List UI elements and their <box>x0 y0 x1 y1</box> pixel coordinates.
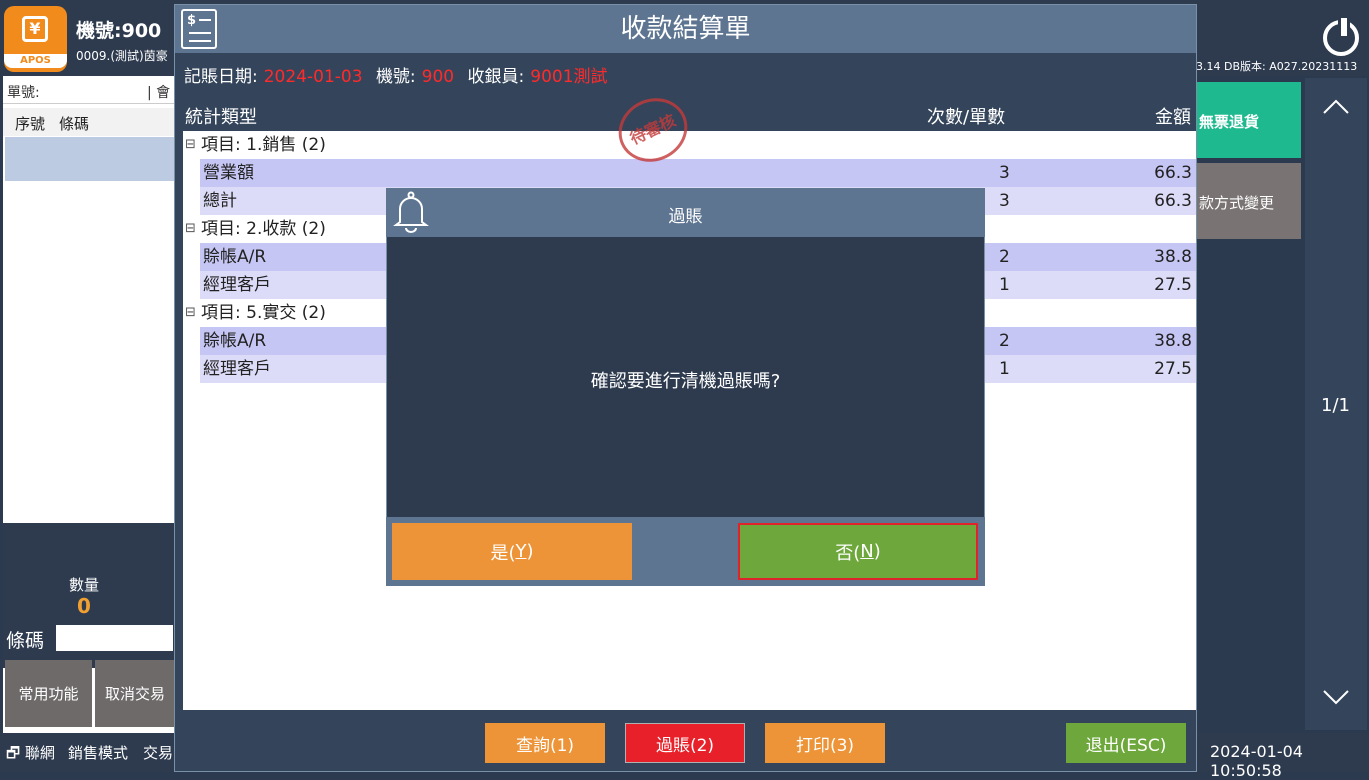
row-count: 1 <box>999 275 1010 295</box>
row-name: 總計 <box>203 191 237 211</box>
row-amount: 38.8 <box>1154 331 1192 351</box>
clock: 2024-01-04 10:50:58 <box>1210 742 1303 780</box>
network-icon: 🗗 <box>6 744 21 762</box>
db-version: 3.14 DB版本: A027.20231113 <box>1196 60 1358 73</box>
col-barcode: 條碼 <box>59 115 90 133</box>
collapse-icon[interactable]: ⊟ <box>185 299 196 327</box>
app-logo: ¥ APOS <box>4 6 67 72</box>
settlement-info: 記賬日期: 2024-01-03 機號: 900 收銀員: 9001測試 <box>184 67 608 87</box>
page-indicator: 1/1 <box>1321 395 1350 416</box>
yen-icon: ¥ <box>22 16 48 42</box>
window-title: 收款結算單 <box>175 5 1196 53</box>
quantity-value: 0 <box>77 594 91 618</box>
row-name: 營業額 <box>203 163 254 183</box>
print-button[interactable]: 打印(3) <box>765 723 885 763</box>
dialog-message: 確認要進行清機過賬嗎? <box>590 371 781 392</box>
col-seq: 序號 <box>15 115 46 133</box>
row-amount: 66.3 <box>1154 191 1192 211</box>
exit-button[interactable]: 退出(ESC) <box>1066 723 1186 763</box>
row-count: 3 <box>999 191 1010 211</box>
row-amount: 27.5 <box>1154 359 1192 379</box>
collapse-icon[interactable]: ⊟ <box>185 131 196 159</box>
header-type: 統計類型 <box>185 107 257 128</box>
list-header: 序號 條碼 <box>3 108 175 136</box>
barcode-input[interactable] <box>56 625 173 651</box>
header-amount: 金額 <box>1155 107 1191 128</box>
row-count: 2 <box>999 247 1010 267</box>
chevron-up-icon[interactable] <box>1323 95 1349 120</box>
row-count: 2 <box>999 331 1010 351</box>
common-functions-button[interactable]: 常用功能 <box>5 660 92 727</box>
cashier-value: 9001測試 <box>530 67 608 87</box>
row-count: 1 <box>999 359 1010 379</box>
row-amount: 66.3 <box>1154 163 1192 183</box>
group-label: 項目: 2.收款 (2) <box>201 219 326 239</box>
group-row[interactable]: ⊟ 項目: 1.銷售 (2) <box>183 131 1196 159</box>
receipt-icon: $ <box>181 9 217 49</box>
row-amount: 27.5 <box>1154 275 1192 295</box>
machine-number: 機號:900 <box>76 20 162 42</box>
network-status: 🗗 聯網 <box>6 744 55 762</box>
list-item[interactable] <box>5 137 175 181</box>
chevron-down-icon[interactable] <box>1323 690 1349 710</box>
posting-date: 2024-01-03 <box>263 67 363 87</box>
power-icon[interactable] <box>1323 18 1359 56</box>
group-label: 項目: 1.銷售 (2) <box>201 135 326 155</box>
yes-button[interactable]: 是(Y) <box>392 523 632 580</box>
order-number-row[interactable]: 單號: | 會 <box>3 78 175 104</box>
machine-value: 900 <box>421 67 455 87</box>
row-name: 經理客戶 <box>203 275 271 295</box>
store-name: 0009.(測試)茵豪 <box>76 49 168 63</box>
post-button[interactable]: 過賬(2) <box>625 723 745 763</box>
header-count: 次數/單數 <box>927 107 1006 128</box>
sales-mode-status: 銷售模式 <box>68 744 129 762</box>
row-amount: 38.8 <box>1154 247 1192 267</box>
quantity-label: 數量 <box>68 576 99 594</box>
query-button[interactable]: 查詢(1) <box>485 723 605 763</box>
row-name: 經理客戶 <box>203 359 271 379</box>
logo-text: APOS <box>4 54 67 68</box>
no-button[interactable]: 否(N) <box>738 523 978 580</box>
cancel-transaction-button[interactable]: 取消交易 <box>95 660 175 727</box>
payment-change-button[interactable]: 款方式變更 <box>1196 163 1301 239</box>
group-label: 項目: 5.實交 (2) <box>201 303 326 323</box>
table-row[interactable]: 營業額 3 66.3 <box>200 159 1196 187</box>
order-number-label: 單號: <box>7 85 40 101</box>
row-name: 賒帳A/R <box>203 331 267 351</box>
no-invoice-return-button[interactable]: 無票退貨 <box>1196 82 1301 158</box>
row-name: 賒帳A/R <box>203 247 267 267</box>
row-count: 3 <box>999 163 1010 183</box>
barcode-label: 條碼 <box>6 630 45 652</box>
collapse-icon[interactable]: ⊟ <box>185 215 196 243</box>
transaction-status: 交易 <box>143 744 174 762</box>
table-header: 統計類型 次數/單數 金額 <box>183 95 1196 131</box>
dialog-title: 過賬 <box>668 207 703 227</box>
member-label: | 會 <box>147 85 171 101</box>
